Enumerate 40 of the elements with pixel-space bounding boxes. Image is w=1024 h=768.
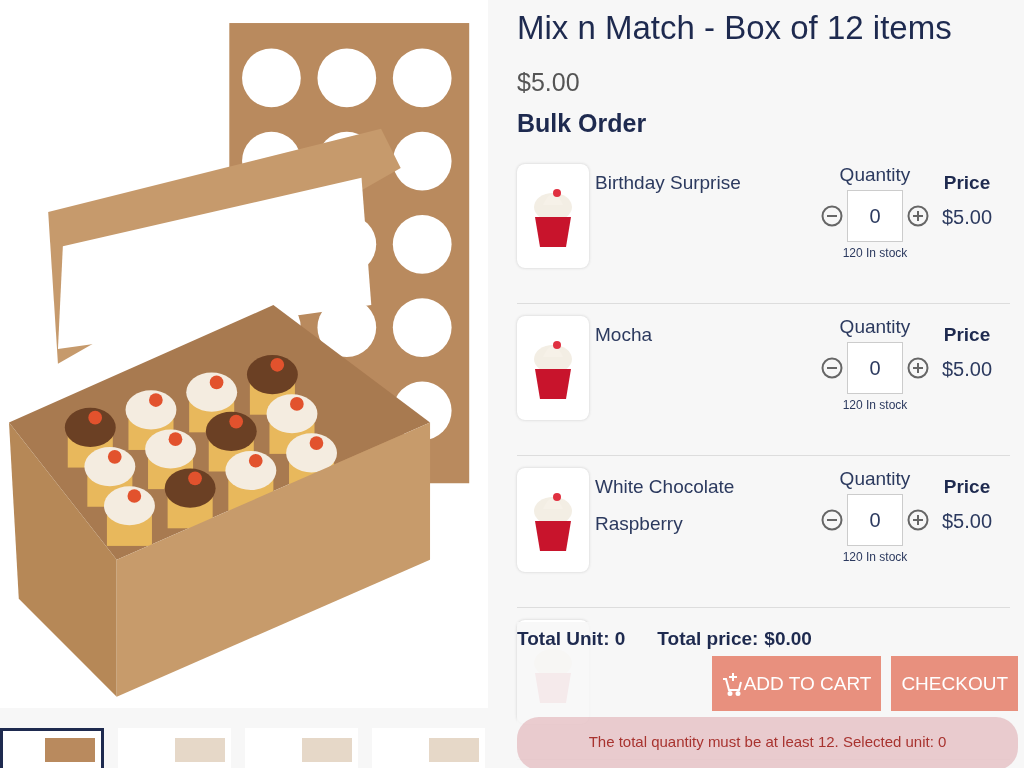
product-price: $5.00 [517,68,581,97]
validation-alert: The total quantity must be at least 12. Selected unit: 0 [517,717,1018,768]
total-price: $0.00 [764,628,812,650]
quantity-label: Quantity [839,316,911,338]
product-name: White Chocolate Raspberry [595,475,736,536]
quantity-label: Quantity [839,468,911,490]
thumbnail-picture [429,738,479,762]
thumbnail-picture [175,738,225,762]
product-name: Mocha [595,323,654,347]
minus-icon[interactable] [821,205,843,227]
quantity-input[interactable]: 0 [847,494,903,546]
item-price: $5.00 [941,358,993,381]
price-label: Price [943,172,991,194]
thumbnail-picture [302,738,352,762]
cart-plus-icon [721,671,742,696]
item-price: $5.00 [941,510,993,533]
plus-icon[interactable] [907,205,929,227]
quantity-input[interactable]: 0 [847,342,903,394]
stock-count: 120 In stock [842,246,908,260]
price-label: Price [943,476,991,498]
item-price: $5.00 [941,206,993,229]
plus-icon[interactable] [907,357,929,379]
quantity-input[interactable]: 0 [847,190,903,242]
gallery-thumbnail[interactable] [372,728,485,768]
stock-count: 120 In stock [842,398,908,412]
minus-icon[interactable] [821,357,843,379]
plus-icon[interactable] [907,509,929,531]
thumbnail-picture [45,738,95,762]
quantity-label: Quantity [839,164,911,186]
product-title: Mix n Match - Box of 12 items [517,8,953,48]
minus-icon[interactable] [821,509,843,531]
product-name: Birthday Surprise [595,171,742,195]
section-title: Bulk Order [517,109,648,138]
gallery-thumbnail[interactable] [245,728,358,768]
total-price-label: Total price: [657,628,759,650]
gallery-thumbnail[interactable] [118,728,231,768]
total-units: Total Unit: 0 [517,628,626,650]
gallery-thumbnail[interactable] [0,728,104,768]
price-label: Price [943,324,991,346]
stock-count: 120 In stock [842,550,908,564]
